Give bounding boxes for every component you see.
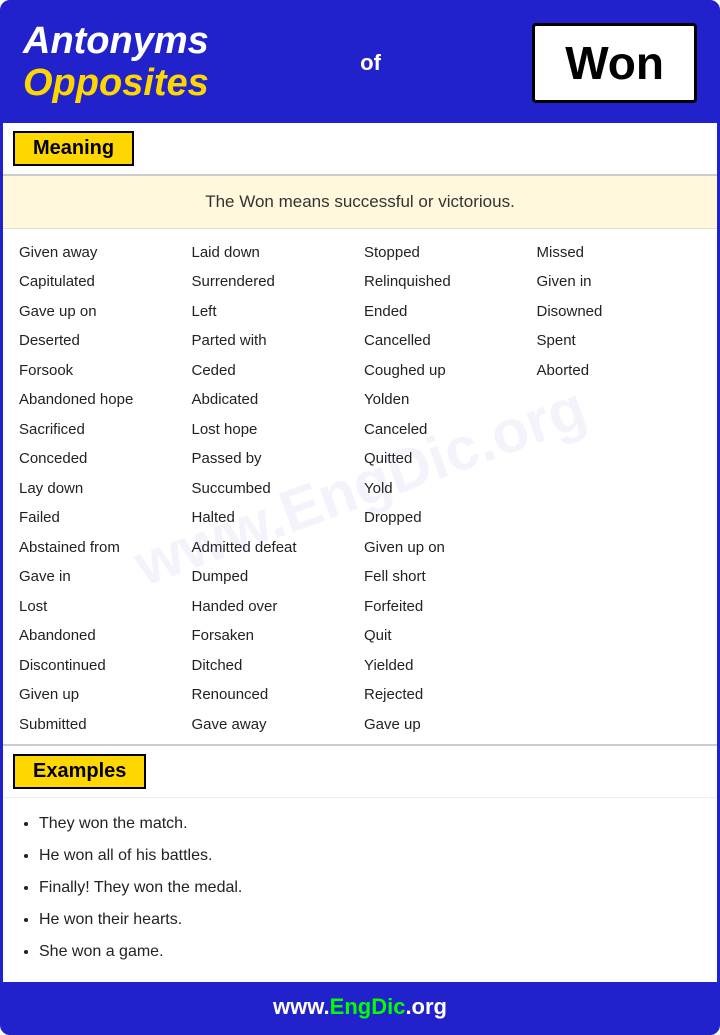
word-cell: Given up on — [360, 534, 533, 562]
word-cell: Yolden — [360, 386, 533, 414]
word-cell — [533, 622, 706, 650]
word-cell — [533, 386, 706, 414]
word-cell: Admitted defeat — [188, 534, 361, 562]
word-cell: Abandoned — [15, 622, 188, 650]
word-cell: Dropped — [360, 504, 533, 532]
words-section: www.EngDic.org Given awayLaid downStoppe… — [3, 229, 717, 745]
word-cell: Abdicated — [188, 386, 361, 414]
word-cell: Stopped — [360, 239, 533, 267]
word-cell: Gave up — [360, 711, 533, 739]
word-cell: Submitted — [15, 711, 188, 739]
word-cell: Relinquished — [360, 268, 533, 296]
page-header: Antonyms Opposites of Won — [3, 3, 717, 123]
word-cell: Gave away — [188, 711, 361, 739]
word-cell: Canceled — [360, 416, 533, 444]
word-cell: Lost hope — [188, 416, 361, 444]
word-cell: Forsaken — [188, 622, 361, 650]
meaning-label-row: Meaning — [3, 123, 717, 176]
word-cell: Ended — [360, 298, 533, 326]
word-cell: Given away — [15, 239, 188, 267]
word-cell — [533, 445, 706, 473]
header-word-box: Won — [532, 23, 697, 103]
word-cell: Missed — [533, 239, 706, 267]
word-cell: Rejected — [360, 681, 533, 709]
word-cell: Fell short — [360, 563, 533, 591]
word-cell — [533, 711, 706, 739]
word-cell: Given in — [533, 268, 706, 296]
word-cell: Ceded — [188, 357, 361, 385]
word-cell: Forfeited — [360, 593, 533, 621]
header-of: of — [360, 50, 381, 76]
example-item: They won the match. — [39, 808, 697, 840]
footer-www: www. — [273, 994, 330, 1019]
example-item: She won a game. — [39, 936, 697, 968]
footer-engdic: EngDic — [330, 994, 406, 1019]
word-cell: Coughed up — [360, 357, 533, 385]
word-cell — [533, 681, 706, 709]
word-cell: Quit — [360, 622, 533, 650]
word-cell: Succumbed — [188, 475, 361, 503]
footer-text: www.EngDic.org — [273, 994, 447, 1019]
word-cell: Aborted — [533, 357, 706, 385]
word-cell: Laid down — [188, 239, 361, 267]
word-cell: Passed by — [188, 445, 361, 473]
example-item: He won all of his battles. — [39, 840, 697, 872]
examples-label: Examples — [13, 754, 146, 789]
words-grid: Given awayLaid downStoppedMissed Capitula… — [15, 239, 705, 739]
word-cell: Abandoned hope — [15, 386, 188, 414]
example-item: Finally! They won the medal. — [39, 872, 697, 904]
word-cell: Quitted — [360, 445, 533, 473]
word-cell: Lay down — [15, 475, 188, 503]
footer: www.EngDic.org — [3, 982, 717, 1032]
word-cell: Forsook — [15, 357, 188, 385]
word-cell: Conceded — [15, 445, 188, 473]
word-cell: Left — [188, 298, 361, 326]
word-cell: Dumped — [188, 563, 361, 591]
word-cell: Sacrificed — [15, 416, 188, 444]
word-cell — [533, 475, 706, 503]
word-cell: Halted — [188, 504, 361, 532]
examples-list: They won the match.He won all of his bat… — [3, 798, 717, 982]
word-cell: Surrendered — [188, 268, 361, 296]
example-item: He won their hearts. — [39, 904, 697, 936]
word-cell: Handed over — [188, 593, 361, 621]
word-cell: Gave up on — [15, 298, 188, 326]
word-cell: Renounced — [188, 681, 361, 709]
word-cell — [533, 563, 706, 591]
meaning-label: Meaning — [13, 131, 134, 166]
word-cell: Yold — [360, 475, 533, 503]
word-cell: Given up — [15, 681, 188, 709]
header-word: Won — [565, 36, 664, 90]
word-cell: Spent — [533, 327, 706, 355]
word-cell: Abstained from — [15, 534, 188, 562]
word-cell — [533, 504, 706, 532]
word-cell: Lost — [15, 593, 188, 621]
header-title-block: Antonyms Opposites — [23, 21, 209, 105]
word-cell: Deserted — [15, 327, 188, 355]
word-cell: Disowned — [533, 298, 706, 326]
footer-org: .org — [405, 994, 447, 1019]
word-cell — [533, 534, 706, 562]
word-cell: Capitulated — [15, 268, 188, 296]
word-cell: Ditched — [188, 652, 361, 680]
word-cell: Failed — [15, 504, 188, 532]
meaning-text: The Won means successful or victorious. — [3, 176, 717, 229]
header-opposites: Opposites — [23, 63, 209, 105]
word-cell — [533, 593, 706, 621]
word-cell — [533, 416, 706, 444]
word-cell — [533, 652, 706, 680]
word-cell: Parted with — [188, 327, 361, 355]
header-antonyms: Antonyms — [23, 21, 209, 63]
examples-label-row: Examples — [3, 744, 717, 798]
word-cell: Gave in — [15, 563, 188, 591]
word-cell: Yielded — [360, 652, 533, 680]
word-cell: Discontinued — [15, 652, 188, 680]
word-cell: Cancelled — [360, 327, 533, 355]
